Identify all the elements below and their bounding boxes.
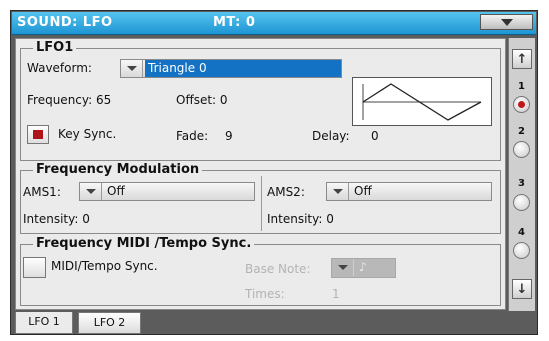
triangle-wave-icon — [362, 83, 482, 121]
eighth-note-icon: ♪ — [359, 260, 367, 274]
midi-tempo-sync-label: MIDI/Tempo Sync. — [51, 259, 158, 273]
midi-sync-group: Frequency MIDI /Tempo Sync. MIDI/Tempo S… — [20, 236, 501, 306]
tab-lfo1[interactable]: LFO 1 — [15, 312, 73, 334]
base-note-label: Base Note: — [245, 262, 311, 276]
checkbox-mark — [33, 130, 43, 139]
arrow-up-icon[interactable]: ↑ — [512, 49, 532, 69]
waveform-label: Waveform: — [27, 61, 92, 75]
fade-value[interactable]: 9 — [225, 129, 233, 143]
ams2-label: AMS2: — [267, 185, 305, 199]
page-title: SOUND: LFO — [17, 15, 113, 30]
waveform-preview — [352, 77, 492, 126]
ams1-label: AMS1: — [23, 185, 61, 199]
radio-label-3: 3 — [518, 178, 525, 189]
chevron-down-icon — [121, 60, 143, 77]
times-value[interactable]: 1 — [332, 287, 340, 301]
lfo1-group: LFO1 Waveform: Triangle 0 Frequency: 65 … — [20, 40, 501, 161]
chevron-down-icon — [332, 259, 354, 276]
ams1-select[interactable]: Off — [79, 182, 255, 201]
title-bar: SOUND: LFO MT: 0 — [12, 12, 536, 35]
base-note-select[interactable]: ♪ — [331, 258, 396, 278]
radio-4[interactable] — [513, 242, 530, 259]
arrow-down-icon[interactable]: ↓ — [512, 279, 532, 299]
tab-lfo2[interactable]: LFO 2 — [78, 312, 141, 334]
page-menu-button[interactable] — [480, 14, 533, 30]
delay-label: Delay: — [312, 129, 350, 143]
radio-label-4: 4 — [518, 227, 525, 238]
main-panel: LFO1 Waveform: Triangle 0 Frequency: 65 … — [15, 38, 506, 310]
intensity2-value[interactable]: Intensity: 0 — [267, 212, 334, 226]
offset-value[interactable]: Offset: 0 — [176, 93, 228, 107]
waveform-value: Triangle 0 — [145, 60, 341, 77]
mt-indicator: MT: 0 — [213, 15, 256, 30]
midi-tempo-sync-checkbox[interactable] — [23, 257, 46, 278]
chevron-down-icon — [327, 183, 349, 200]
ams2-select[interactable]: Off — [326, 182, 492, 201]
intensity1-value[interactable]: Intensity: 0 — [23, 212, 90, 226]
chevron-down-icon — [501, 19, 513, 26]
radio-1[interactable] — [513, 96, 530, 113]
radio-2[interactable] — [513, 141, 530, 158]
radio-3[interactable] — [513, 194, 530, 211]
lfo-window: SOUND: LFO MT: 0 LFO1 Waveform: Triangle… — [10, 10, 538, 335]
key-sync-label: Key Sync. — [58, 127, 117, 141]
frequency-value[interactable]: Frequency: 65 — [27, 93, 111, 107]
times-label: Times: — [245, 287, 285, 301]
ams2-value: Off — [354, 184, 372, 198]
midi-sync-legend: Frequency MIDI /Tempo Sync. — [33, 236, 255, 251]
divider — [261, 176, 262, 231]
lfo-selector-bar: ↑ 1 2 3 4 ↓ — [508, 38, 535, 311]
radio-label-1: 1 — [518, 81, 525, 92]
delay-value[interactable]: 0 — [371, 129, 379, 143]
ams1-value: Off — [107, 184, 125, 198]
waveform-select[interactable]: Triangle 0 — [120, 59, 342, 78]
lfo1-legend: LFO1 — [33, 40, 77, 55]
freq-mod-group: Frequency Modulation AMS1: Off Intensity… — [20, 162, 501, 234]
freq-mod-legend: Frequency Modulation — [33, 162, 203, 177]
radio-label-2: 2 — [518, 126, 525, 137]
fade-label: Fade: — [176, 129, 209, 143]
chevron-down-icon — [80, 183, 102, 200]
key-sync-checkbox[interactable] — [27, 125, 49, 144]
